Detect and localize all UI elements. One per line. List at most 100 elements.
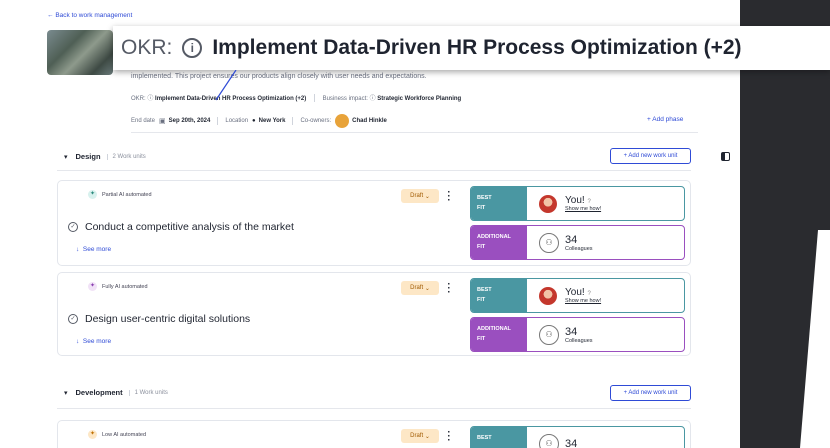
colleague-count: 34	[565, 325, 578, 338]
chevron-down-icon[interactable]: ▾	[64, 389, 68, 397]
see-more-link[interactable]: ↓ See more	[76, 338, 111, 345]
tag-line: FIT	[477, 336, 486, 342]
best-fit-name: You! ?	[565, 195, 601, 206]
additional-fit-panel[interactable]: ADDITIONAL FIT ⚇ 34 Colleagues	[470, 225, 685, 260]
best-fit-body: ⚇ 34	[527, 427, 684, 448]
ai-icon: ✦	[88, 430, 97, 439]
automation-badge: ✦ Fully AI automated	[88, 282, 148, 291]
best-fit-panel[interactable]: BEST FIT You! ? Show me how!	[470, 278, 685, 313]
help-icon[interactable]: ?	[587, 199, 590, 205]
group-icon: ⚇	[539, 232, 559, 253]
meta-divider	[313, 94, 315, 103]
zoom-okr-label: OKR:	[121, 36, 173, 59]
status-label: Draft	[410, 433, 424, 439]
phase-count: 1 Work units	[128, 389, 168, 396]
task-title[interactable]: ✓ Conduct a competitive analysis of the …	[68, 221, 294, 233]
additional-fit-tag: ADDITIONAL FIT	[471, 318, 527, 351]
chevron-down-icon: ⌄	[424, 285, 430, 292]
show-me-how-link[interactable]: Show me how!	[565, 298, 601, 304]
more-options-icon[interactable]: · · ·	[446, 188, 452, 206]
phase-name: Design	[75, 152, 101, 161]
see-more-label: See more	[82, 246, 112, 253]
best-fit-panel[interactable]: BEST FIT You! ? Show me how!	[470, 186, 685, 221]
project-thumbnail	[47, 30, 113, 75]
okr-zoom-callout: OKR: i Implement Data-Driven HR Process …	[113, 26, 830, 70]
best-fit-body: You! ? Show me how!	[527, 187, 684, 220]
back-link[interactable]: ← Back to work management	[47, 12, 132, 19]
automation-badge: ✦ Low AI automated	[88, 430, 146, 439]
user-avatar	[539, 286, 557, 305]
location-label: Location	[225, 118, 249, 124]
background-decoration	[800, 230, 830, 448]
coowners-label: Co-owners:	[300, 118, 332, 124]
calendar-icon: ▣	[159, 118, 166, 125]
more-options-icon[interactable]: · · ·	[446, 428, 452, 446]
end-date-label: End date	[131, 118, 156, 124]
status-dropdown[interactable]: Draft ⌄	[401, 189, 439, 203]
ai-icon: ✦	[88, 190, 97, 199]
group-icon: ⚇	[539, 324, 559, 345]
colleagues-label: Colleagues	[565, 245, 593, 252]
project-description: implemented. This project ensures our pr…	[131, 73, 427, 80]
meta-divider	[292, 117, 294, 125]
phase-divider	[57, 170, 691, 171]
meta-divider	[217, 117, 219, 125]
work-unit-card[interactable]: ✦ Low AI automated Draft ⌄ · · · BEST ⚇ 34	[57, 420, 691, 448]
additional-fit-body: ⚇ 34 Colleagues	[527, 318, 684, 351]
tag-line: BEST	[477, 287, 492, 293]
best-fit-tag: BEST FIT	[471, 279, 527, 312]
additional-fit-panel[interactable]: ADDITIONAL FIT ⚇ 34 Colleagues	[470, 317, 685, 352]
work-unit-card[interactable]: ✦ Partial AI automated Draft ⌄ · · · ✓ Con…	[57, 180, 691, 266]
best-fit-tag: BEST FIT	[471, 187, 527, 220]
sidebar-toggle-icon[interactable]	[721, 152, 730, 161]
see-more-link[interactable]: ↓ See more	[76, 246, 111, 253]
add-phase-button[interactable]: + Add phase	[647, 116, 683, 123]
phase-header-design[interactable]: ▾ Design 2 Work units	[64, 152, 146, 161]
additional-fit-body: ⚇ 34 Colleagues	[527, 226, 684, 259]
best-fit-panel[interactable]: BEST ⚇ 34	[470, 426, 685, 448]
phase-header-development[interactable]: ▾ Development 1 Work units	[64, 388, 168, 397]
details-meta-row: End date ▣ Sep 20th, 2024 Location ● New…	[131, 114, 387, 128]
show-me-how-link[interactable]: Show me how!	[565, 206, 601, 212]
chevron-down-icon[interactable]: ▾	[64, 153, 68, 161]
automation-label: Low AI automated	[102, 431, 147, 438]
automation-badge: ✦ Partial AI automated	[88, 190, 152, 199]
back-link-label: Back to work management	[55, 12, 133, 19]
okr-meta-row: OKR: ⓘ Implement Data-Driven HR Process …	[131, 93, 461, 103]
more-options-icon[interactable]: · · ·	[446, 280, 452, 298]
help-icon[interactable]: ?	[587, 291, 590, 297]
automation-label: Partial AI automated	[102, 191, 152, 198]
location-icon: ●	[252, 118, 256, 124]
callout-pointer	[215, 70, 237, 101]
phase-name: Development	[75, 388, 123, 397]
coowner-name[interactable]: Chad Hinkle	[352, 118, 387, 124]
phase-count: 2 Work units	[106, 153, 146, 160]
status-dropdown[interactable]: Draft ⌄	[401, 429, 439, 443]
status-dropdown[interactable]: Draft ⌄	[401, 281, 439, 295]
tag-line: FIT	[477, 244, 486, 250]
zoom-okr-value: Implement Data-Driven HR Process Optimiz…	[212, 36, 742, 59]
phase-divider	[57, 408, 691, 409]
work-unit-card[interactable]: ✦ Fully AI automated Draft ⌄ · · · ✓ Desig…	[57, 272, 691, 356]
group-icon: ⚇	[539, 433, 559, 448]
okr-label: OKR:	[131, 96, 146, 102]
info-icon[interactable]: ⓘ	[147, 96, 153, 102]
info-icon[interactable]: ⓘ	[370, 96, 376, 102]
add-work-unit-button[interactable]: + Add new work unit	[610, 148, 691, 164]
see-more-label: See more	[82, 338, 112, 345]
check-circle-icon[interactable]: ✓	[68, 222, 78, 232]
task-title-text: Conduct a competitive analysis of the ma…	[85, 221, 294, 233]
best-fit-tag: BEST	[471, 427, 527, 448]
tag-line: BEST	[477, 435, 492, 441]
header-divider	[131, 132, 698, 133]
check-circle-icon[interactable]: ✓	[68, 314, 78, 324]
chevron-down-icon: ⌄	[424, 193, 430, 200]
coowner-avatar[interactable]	[335, 114, 350, 128]
task-title[interactable]: ✓ Design user-centric digital solutions	[68, 313, 250, 325]
automation-label: Fully AI automated	[102, 283, 148, 290]
best-fit-name-text: You!	[565, 195, 585, 206]
tag-line: BEST	[477, 195, 492, 201]
chevron-down-icon: ⌄	[424, 433, 430, 440]
add-work-unit-button[interactable]: + Add new work unit	[610, 385, 691, 401]
end-date-value: Sep 20th, 2024	[168, 118, 211, 124]
